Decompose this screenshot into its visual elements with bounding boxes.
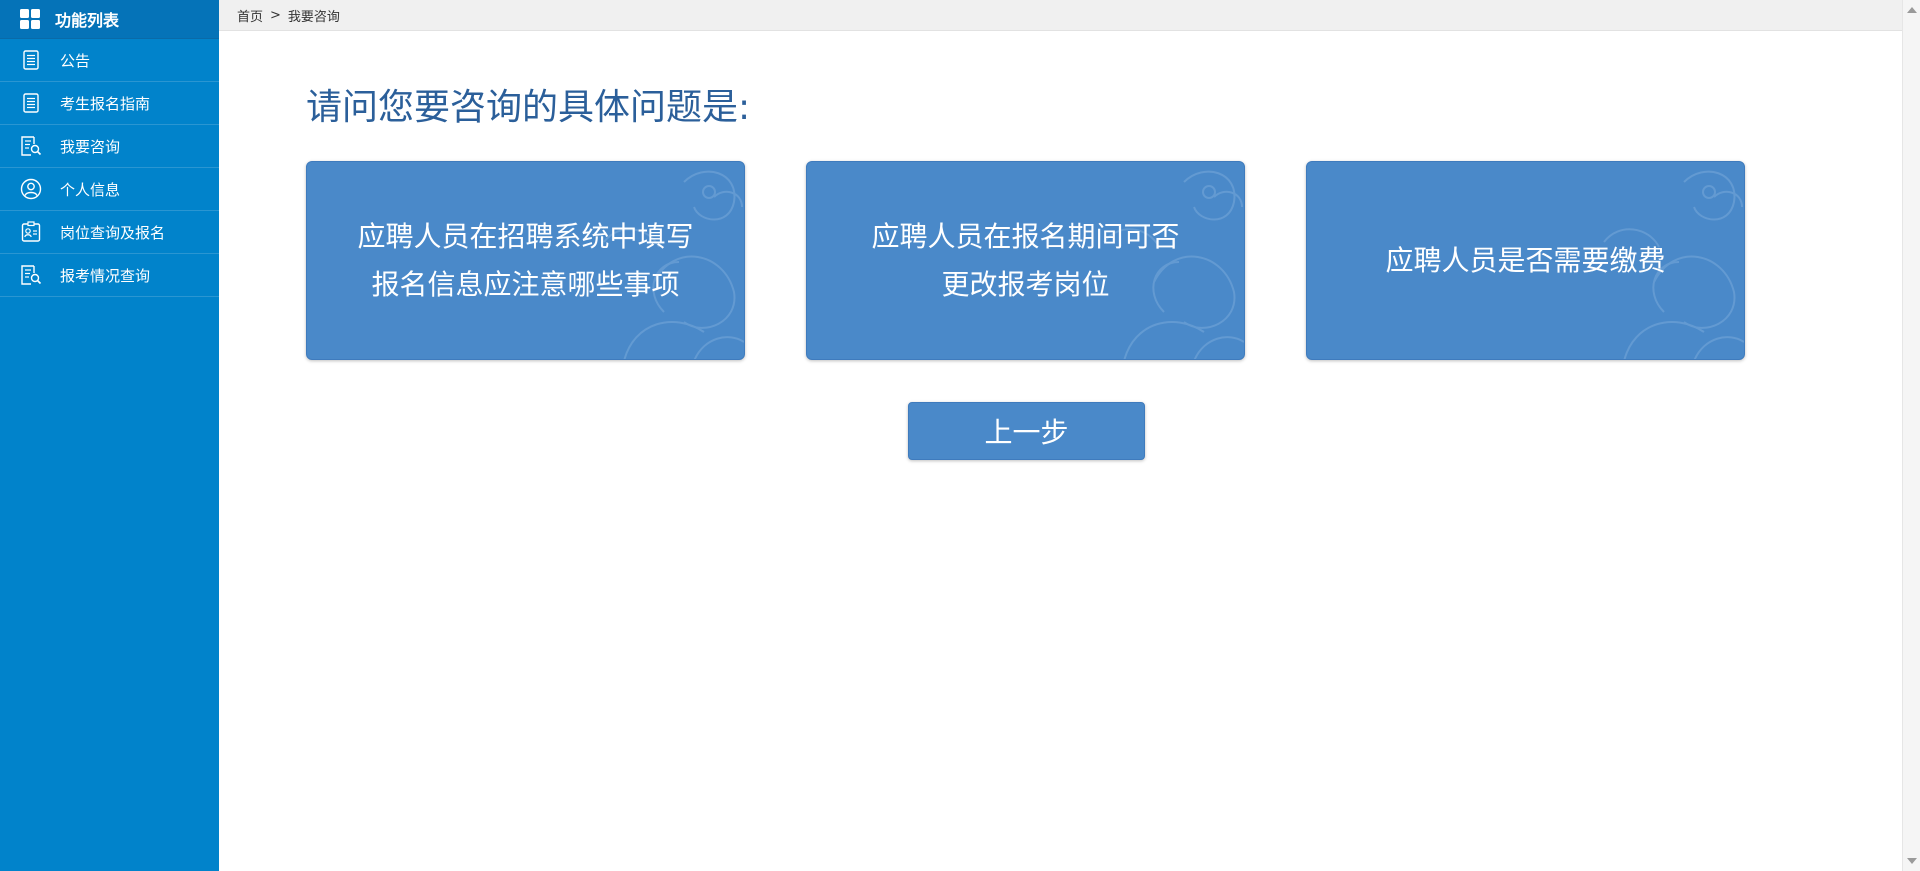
sidebar-item-label: 我要咨询 <box>60 137 121 156</box>
breadcrumb-current: 我要咨询 <box>287 9 340 25</box>
document-search-icon <box>20 264 42 286</box>
sidebar-item-position-search[interactable]: 岗位查询及报名 <box>0 211 219 254</box>
question-card-text: 应聘人员是否需要缴费 <box>1385 243 1666 277</box>
previous-step-button[interactable]: 上一步 <box>908 402 1145 460</box>
question-card-fee[interactable]: 应聘人员是否需要缴费 <box>1306 161 1745 360</box>
sidebar-title: 功能列表 <box>55 11 120 30</box>
vertical-scrollbar[interactable] <box>1902 0 1920 871</box>
question-card-fill-info[interactable]: 应聘人员在招聘系统中填写 报名信息应注意哪些事项 <box>306 161 745 360</box>
question-card-text: 应聘人员在招聘系统中填写 报名信息应注意哪些事项 <box>357 219 694 301</box>
question-card-change-position[interactable]: 应聘人员在报名期间可否 更改报考岗位 <box>806 161 1245 360</box>
sidebar-item-label: 报考情况查询 <box>60 266 151 285</box>
sidebar-item-label: 公告 <box>60 51 91 70</box>
document-list-icon <box>20 49 42 71</box>
sidebar-item-label: 个人信息 <box>60 180 121 199</box>
sidebar-item-application-status[interactable]: 报考情况查询 <box>0 254 219 297</box>
grid-icon <box>20 9 40 29</box>
document-search-icon <box>20 135 42 157</box>
id-card-icon <box>20 221 42 243</box>
sidebar-item-profile[interactable]: 个人信息 <box>0 168 219 211</box>
sidebar-item-guide[interactable]: 考生报名指南 <box>0 82 219 125</box>
breadcrumb: 首页 > 我要咨询 <box>219 0 1902 31</box>
breadcrumb-home[interactable]: 首页 <box>237 6 263 25</box>
page-title: 请问您要咨询的具体问题是: <box>306 87 751 128</box>
sidebar-header: 功能列表 <box>0 0 219 39</box>
user-circle-icon <box>20 178 42 200</box>
question-card-text: 应聘人员在报名期间可否 更改报考岗位 <box>871 219 1180 301</box>
document-list-icon <box>20 92 42 114</box>
sidebar-item-label: 考生报名指南 <box>60 94 151 113</box>
scroll-down-icon[interactable] <box>1907 858 1917 864</box>
scroll-up-icon[interactable] <box>1907 7 1917 13</box>
sidebar-item-consult[interactable]: 我要咨询 <box>0 125 219 168</box>
sidebar-item-announcement[interactable]: 公告 <box>0 39 219 82</box>
breadcrumb-separator: > <box>270 7 281 23</box>
sidebar: 功能列表 公告 考生报名指南 我要咨询 个人信息 岗位查询及报名 报考情况查询 <box>0 0 219 871</box>
sidebar-item-label: 岗位查询及报名 <box>60 223 166 242</box>
